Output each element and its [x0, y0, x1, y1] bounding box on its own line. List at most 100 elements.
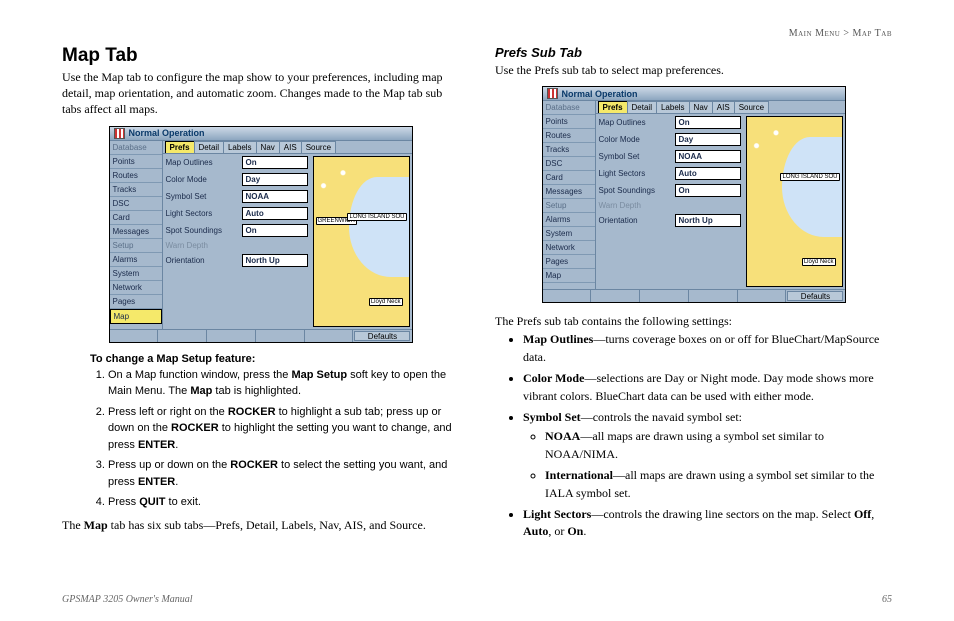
desc-color-mode: Color Mode—selections are Day or Night m… — [523, 370, 892, 405]
softkey[interactable] — [591, 290, 640, 302]
sidebar-item-system[interactable]: System — [110, 267, 162, 281]
step-4: Press QUIT to exit. — [108, 494, 459, 511]
setting-value[interactable]: On — [242, 224, 308, 237]
setting-label: Light Sectors — [166, 209, 239, 218]
sidebar-item-alarms[interactable]: Alarms — [110, 253, 162, 267]
softkey[interactable] — [305, 330, 354, 342]
sidebar-item-pages[interactable]: Pages — [543, 255, 595, 269]
tab-nav[interactable]: Nav — [689, 101, 713, 113]
breadcrumb: Main Menu > Map Tab — [62, 28, 892, 39]
sidebar-group: Database — [543, 101, 595, 115]
map-label: Lloyd Neck — [802, 258, 836, 266]
setting-value[interactable]: Auto — [242, 207, 308, 220]
sidebar-item-routes[interactable]: Routes — [110, 169, 162, 183]
tab-prefs[interactable]: Prefs — [165, 141, 195, 153]
sidebar-item-tracks[interactable]: Tracks — [110, 183, 162, 197]
setting-value[interactable]: Day — [675, 133, 741, 146]
setting-label: Color Mode — [599, 135, 672, 144]
sidebar-item-pages[interactable]: Pages — [110, 295, 162, 309]
screenshot-prefs-subtab: Normal Operation Database Points Routes … — [542, 86, 846, 303]
tab-ais[interactable]: AIS — [712, 101, 735, 113]
softkey[interactable] — [689, 290, 738, 302]
sidebar-item-card[interactable]: Card — [110, 211, 162, 225]
sidebar-item-routes[interactable]: Routes — [543, 129, 595, 143]
sidebar-item-dsc[interactable]: DSC — [110, 197, 162, 211]
sidebar-item-messages[interactable]: Messages — [543, 185, 595, 199]
breadcrumb-page: Map Tab — [853, 28, 893, 39]
breadcrumb-section: Main Menu — [789, 28, 841, 39]
sidebar-item-tracks[interactable]: Tracks — [543, 143, 595, 157]
setting-value[interactable]: On — [675, 116, 741, 129]
setting-label: Symbol Set — [599, 152, 672, 161]
map-label: LONG ISLAND SOU — [347, 213, 406, 221]
sidebar-item-dsc[interactable]: DSC — [543, 157, 595, 171]
tab-prefs[interactable]: Prefs — [598, 101, 628, 113]
tab-source[interactable]: Source — [301, 141, 336, 153]
setting-value[interactable]: Day — [242, 173, 308, 186]
sidebar-group: Database — [110, 141, 162, 155]
intro-text: Use the Map tab to configure the map sho… — [62, 69, 459, 118]
settings-list: Map OutlinesOn Color ModeDay Symbol SetN… — [163, 154, 311, 329]
setting-value[interactable]: NOAA — [242, 190, 308, 203]
sidebar-item-points[interactable]: Points — [110, 155, 162, 169]
tab-labels[interactable]: Labels — [223, 141, 257, 153]
tab-labels[interactable]: Labels — [656, 101, 690, 113]
map-label: Lloyd Neck — [369, 298, 403, 306]
list-intro: The Prefs sub tab contains the following… — [495, 313, 892, 329]
setting-label: Light Sectors — [599, 169, 672, 178]
setting-value[interactable]: Auto — [675, 167, 741, 180]
sidebar-item-map[interactable]: Map — [543, 269, 595, 283]
desc-symbol-set: Symbol Set—controls the navaid symbol se… — [523, 409, 892, 502]
tab-nav[interactable]: Nav — [256, 141, 280, 153]
step-2: Press left or right on the ROCKER to hig… — [108, 404, 459, 454]
sidebar: Database Points Routes Tracks DSC Card M… — [543, 101, 596, 289]
window-titlebar: Normal Operation — [110, 127, 412, 141]
tab-detail[interactable]: Detail — [627, 101, 657, 113]
sidebar-item-system[interactable]: System — [543, 227, 595, 241]
softkey[interactable] — [738, 290, 787, 302]
instructions-heading: To change a Map Setup feature: — [90, 353, 459, 365]
sidebar-item-card[interactable]: Card — [543, 171, 595, 185]
step-1: On a Map function window, press the Map … — [108, 367, 459, 400]
map-preview: LONG ISLAND SOU Lloyd Neck — [746, 116, 843, 287]
setting-value[interactable]: North Up — [242, 254, 308, 267]
sidebar-group2: Setup — [543, 199, 595, 213]
tab-source[interactable]: Source — [734, 101, 769, 113]
setting-value[interactable]: On — [242, 156, 308, 169]
map-preview: GREENWICH LONG ISLAND SOU Lloyd Neck — [313, 156, 410, 327]
setting-value[interactable]: North Up — [675, 214, 741, 227]
softkey[interactable] — [207, 330, 256, 342]
sidebar-item-network[interactable]: Network — [543, 241, 595, 255]
softkey[interactable] — [158, 330, 207, 342]
softkey-bar: Defaults — [110, 329, 412, 342]
softkey[interactable] — [543, 290, 592, 302]
desc-symbol-intl: International—all maps are drawn using a… — [545, 467, 892, 502]
desc-light-sectors: Light Sectors—controls the drawing line … — [523, 506, 892, 541]
defaults-button[interactable]: Defaults — [354, 331, 410, 341]
defaults-button[interactable]: Defaults — [787, 291, 843, 301]
setting-label: Orientation — [599, 216, 672, 225]
setting-value[interactable]: NOAA — [675, 150, 741, 163]
manual-title: GPSMAP 3205 Owner's Manual — [62, 594, 193, 605]
setting-label: Map Outlines — [599, 118, 672, 127]
setting-label: Warn Depth — [166, 241, 308, 250]
window-title: Normal Operation — [129, 128, 205, 138]
step-3: Press up or down on the ROCKER to select… — [108, 457, 459, 490]
sidebar-item-network[interactable]: Network — [110, 281, 162, 295]
sidebar-item-map[interactable]: Map — [110, 309, 162, 324]
softkey[interactable] — [256, 330, 305, 342]
softkey-bar: Defaults — [543, 289, 845, 302]
tab-detail[interactable]: Detail — [194, 141, 224, 153]
sidebar-item-messages[interactable]: Messages — [110, 225, 162, 239]
setting-value[interactable]: On — [675, 184, 741, 197]
softkey[interactable] — [640, 290, 689, 302]
tab-ais[interactable]: AIS — [279, 141, 302, 153]
softkey[interactable] — [110, 330, 159, 342]
sidebar-item-alarms[interactable]: Alarms — [543, 213, 595, 227]
window-titlebar: Normal Operation — [543, 87, 845, 101]
flag-icon — [114, 128, 125, 139]
setting-label: Symbol Set — [166, 192, 239, 201]
sidebar-item-points[interactable]: Points — [543, 115, 595, 129]
setting-label: Spot Soundings — [166, 226, 239, 235]
page-footer: GPSMAP 3205 Owner's Manual 65 — [62, 594, 892, 605]
